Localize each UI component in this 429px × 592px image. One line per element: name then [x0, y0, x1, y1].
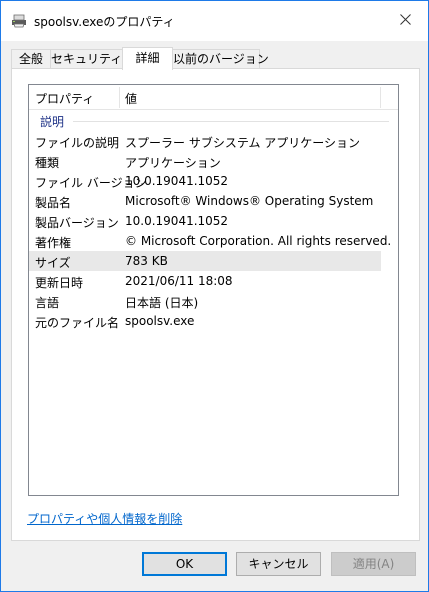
- list-item[interactable]: 種類 アプリケーション: [29, 151, 381, 171]
- list-item[interactable]: 更新日時 2021/06/11 18:08: [29, 271, 381, 291]
- property-value: spoolsv.exe: [125, 314, 195, 328]
- list-item[interactable]: 元のファイル名 spoolsv.exe: [29, 311, 381, 331]
- property-value: © Microsoft Corporation. All rights rese…: [125, 234, 392, 248]
- column-divider[interactable]: [119, 87, 120, 108]
- property-key: 製品名: [35, 196, 72, 210]
- column-header-property[interactable]: プロパティ: [35, 90, 94, 107]
- list-item[interactable]: ファイル バージョン 10.0.19041.1052: [29, 171, 381, 191]
- property-key: 製品バージョン: [35, 216, 119, 230]
- group-label: 説明: [40, 115, 65, 129]
- remove-properties-link[interactable]: プロパティや個人情報を削除: [27, 510, 182, 527]
- property-value: 2021/06/11 18:08: [125, 274, 233, 288]
- tab-details[interactable]: 詳細: [122, 47, 173, 70]
- details-list[interactable]: プロパティ 値 説明 ファイルの説明 スプーラー サブシステム アプリケーション…: [28, 84, 399, 496]
- window-title: spoolsv.exeのプロパティ: [34, 15, 175, 29]
- list-item[interactable]: 著作権 © Microsoft Corporation. All rights …: [29, 231, 391, 251]
- property-value: 783 KB: [125, 254, 168, 268]
- property-key: 元のファイル名: [35, 316, 120, 330]
- property-value: 10.0.19041.1052: [125, 214, 229, 228]
- tab-previous-versions[interactable]: 以前のバージョン: [172, 49, 269, 69]
- property-key: 言語: [35, 296, 60, 310]
- group-divider: [73, 121, 389, 122]
- properties-dialog: spoolsv.exeのプロパティ 全般 セキュリティ 詳細 以前のバージョン …: [0, 0, 429, 592]
- tab-general[interactable]: 全般: [11, 49, 51, 69]
- list-item[interactable]: 言語 日本語 (日本): [29, 291, 381, 311]
- list-item-selected[interactable]: サイズ 783 KB: [29, 251, 381, 271]
- property-value: アプリケーション: [125, 156, 221, 170]
- property-value: 10.0.19041.1052: [125, 174, 229, 188]
- tab-security[interactable]: セキュリティ: [50, 49, 123, 69]
- close-button[interactable]: [382, 1, 428, 41]
- property-key: 著作権: [35, 236, 72, 250]
- list-item[interactable]: 製品名 Microsoft® Windows® Operating System: [29, 191, 381, 211]
- property-value: スプーラー サブシステム アプリケーション: [125, 136, 361, 150]
- property-value: 日本語 (日本): [125, 296, 199, 310]
- close-icon: [399, 14, 411, 28]
- title-bar[interactable]: spoolsv.exeのプロパティ: [1, 1, 428, 41]
- property-key: サイズ: [35, 256, 71, 270]
- column-divider[interactable]: [380, 87, 381, 108]
- group-header: 説明: [29, 112, 398, 130]
- list-header: プロパティ 値: [29, 85, 398, 110]
- printer-icon: [10, 14, 28, 28]
- apply-button[interactable]: 適用(A): [331, 552, 416, 576]
- list-item[interactable]: ファイルの説明 スプーラー サブシステム アプリケーション: [29, 131, 381, 151]
- column-header-value[interactable]: 値: [125, 90, 137, 107]
- property-value: Microsoft® Windows® Operating System: [125, 194, 374, 208]
- ok-button[interactable]: OK: [142, 552, 227, 576]
- cancel-button[interactable]: キャンセル: [236, 552, 321, 576]
- list-item[interactable]: 製品バージョン 10.0.19041.1052: [29, 211, 381, 231]
- property-key: ファイルの説明: [35, 136, 120, 150]
- property-key: 更新日時: [35, 276, 84, 290]
- property-key: 種類: [35, 156, 60, 170]
- details-panel: プロパティ 値 説明 ファイルの説明 スプーラー サブシステム アプリケーション…: [11, 68, 420, 541]
